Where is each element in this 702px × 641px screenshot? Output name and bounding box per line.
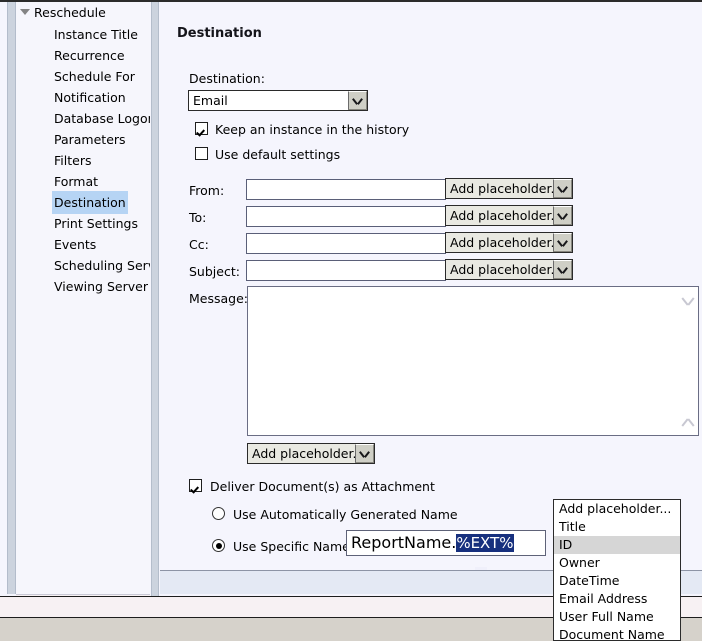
- destination-label: Destination:: [189, 71, 265, 86]
- placeholder-dropdown-list[interactable]: Add placeholder... Title ID Owner DateTi…: [553, 499, 681, 641]
- use-default-settings-checkbox[interactable]: [195, 147, 208, 160]
- chevron-down-icon[interactable]: [355, 444, 374, 463]
- dropdown-option-add-placeholder[interactable]: Add placeholder...: [554, 500, 680, 518]
- sidebar-item-recurrence[interactable]: Recurrence: [16, 44, 150, 65]
- subject-label: Subject:: [189, 264, 240, 279]
- sidebar-item-label: Filters: [54, 153, 92, 168]
- tree-root-label: Reschedule: [34, 5, 106, 20]
- sidebar-item-scheduling-server[interactable]: Scheduling Serve: [16, 254, 150, 275]
- sidebar-item-parameters[interactable]: Parameters: [16, 128, 150, 149]
- auto-generated-name-label: Use Automatically Generated Name: [233, 507, 458, 522]
- message-placeholder-value: Add placeholder...: [248, 446, 355, 461]
- to-placeholder-select[interactable]: Add placeholder...: [445, 205, 573, 226]
- cc-label: Cc:: [189, 237, 209, 252]
- sidebar-item-print-settings[interactable]: Print Settings: [16, 212, 150, 233]
- to-label: To:: [189, 210, 207, 225]
- panel-splitter[interactable]: [151, 2, 159, 614]
- chevron-down-icon[interactable]: [553, 260, 572, 279]
- triangle-down-icon[interactable]: [20, 9, 30, 15]
- dropdown-option-id[interactable]: ID: [554, 536, 680, 554]
- sidebar-item-filters[interactable]: Filters: [16, 149, 150, 170]
- deliver-attachment-label: Deliver Document(s) as Attachment: [210, 479, 435, 494]
- scroll-down-icon[interactable]: [682, 416, 695, 427]
- auto-generated-name-radio[interactable]: [212, 507, 225, 520]
- specific-name-radio[interactable]: [212, 539, 225, 552]
- dropdown-option-document-name[interactable]: Document Name: [554, 626, 680, 640]
- sidebar-item-label: Events: [54, 237, 97, 252]
- sidebar-item-schedule-for[interactable]: Schedule For: [16, 65, 150, 86]
- sidebar-item-database-logon[interactable]: Database Logon: [16, 107, 150, 128]
- scroll-up-icon[interactable]: [682, 295, 695, 306]
- tree-vertical-scrollbar[interactable]: [7, 2, 16, 594]
- sidebar-item-label: Format: [54, 174, 99, 189]
- dropdown-option-owner[interactable]: Owner: [554, 554, 680, 572]
- from-placeholder-value: Add placeholder...: [446, 181, 553, 196]
- tree-root-reschedule[interactable]: Reschedule: [16, 2, 150, 23]
- to-input[interactable]: [246, 206, 446, 227]
- sidebar-item-label: Parameters: [54, 132, 126, 147]
- chevron-down-icon[interactable]: [553, 233, 572, 252]
- chevron-down-icon[interactable]: [553, 206, 572, 225]
- scheduler-destination-window: Reschedule Instance Title Recurrence Sch…: [0, 0, 702, 641]
- keep-instance-checkbox[interactable]: [195, 122, 208, 135]
- sidebar-item-label: Scheduling Serve: [54, 258, 150, 273]
- specific-name-selection: %EXT%: [456, 534, 514, 552]
- navigation-tree: Reschedule Instance Title Recurrence Sch…: [16, 2, 150, 594]
- dropdown-option-user-full-name[interactable]: User Full Name: [554, 608, 680, 626]
- from-input[interactable]: [246, 179, 446, 200]
- sidebar-item-label: Viewing Server G: [54, 279, 150, 294]
- sidebar-item-label: Print Settings: [54, 216, 138, 231]
- message-label: Message:: [189, 291, 248, 306]
- message-scrollbar[interactable]: [680, 288, 697, 434]
- sidebar-item-instance-title[interactable]: Instance Title: [16, 23, 150, 44]
- subject-input[interactable]: [246, 260, 446, 281]
- sidebar-item-label: Database Logon: [54, 111, 150, 126]
- specific-name-input[interactable]: ReportName.%EXT%: [346, 530, 546, 556]
- chevron-down-icon[interactable]: [348, 91, 367, 110]
- message-textarea[interactable]: [247, 286, 699, 436]
- sidebar-item-format[interactable]: Format: [16, 170, 150, 191]
- message-placeholder-select[interactable]: Add placeholder...: [247, 443, 375, 464]
- cc-placeholder-value: Add placeholder...: [446, 235, 553, 250]
- sidebar-item-label: Schedule For: [54, 69, 135, 84]
- sidebar-item-label: Recurrence: [54, 48, 125, 63]
- specific-name-label: Use Specific Name: [233, 539, 350, 554]
- use-default-settings-label: Use default settings: [215, 147, 341, 162]
- cc-input[interactable]: [246, 233, 446, 254]
- destination-select-value: Email: [193, 93, 228, 108]
- sidebar-item-notification[interactable]: Notification: [16, 86, 150, 107]
- dropdown-option-datetime[interactable]: DateTime: [554, 572, 680, 590]
- destination-select[interactable]: Email: [188, 90, 368, 111]
- deliver-attachment-checkbox[interactable]: [189, 479, 202, 492]
- subject-placeholder-select[interactable]: Add placeholder...: [445, 259, 573, 280]
- dropdown-option-title[interactable]: Title: [554, 518, 680, 536]
- from-placeholder-select[interactable]: Add placeholder...: [445, 178, 573, 199]
- sidebar-item-label: Destination: [52, 191, 128, 214]
- chevron-down-icon[interactable]: [553, 179, 572, 198]
- sidebar-item-label: Notification: [54, 90, 126, 105]
- keep-instance-label: Keep an instance in the history: [215, 122, 410, 137]
- from-label: From:: [189, 183, 225, 198]
- dropdown-option-email-address[interactable]: Email Address: [554, 590, 680, 608]
- cc-placeholder-select[interactable]: Add placeholder...: [445, 232, 573, 253]
- sidebar-item-label: Instance Title: [54, 27, 138, 42]
- sidebar-item-viewing-server-group[interactable]: Viewing Server G: [16, 275, 150, 296]
- to-placeholder-value: Add placeholder...: [446, 208, 553, 223]
- subject-placeholder-value: Add placeholder...: [446, 262, 553, 277]
- sidebar-item-events[interactable]: Events: [16, 233, 150, 254]
- page-title: Destination: [177, 26, 262, 41]
- sidebar-item-destination[interactable]: Destination: [16, 191, 150, 214]
- specific-name-text: ReportName.: [351, 533, 457, 552]
